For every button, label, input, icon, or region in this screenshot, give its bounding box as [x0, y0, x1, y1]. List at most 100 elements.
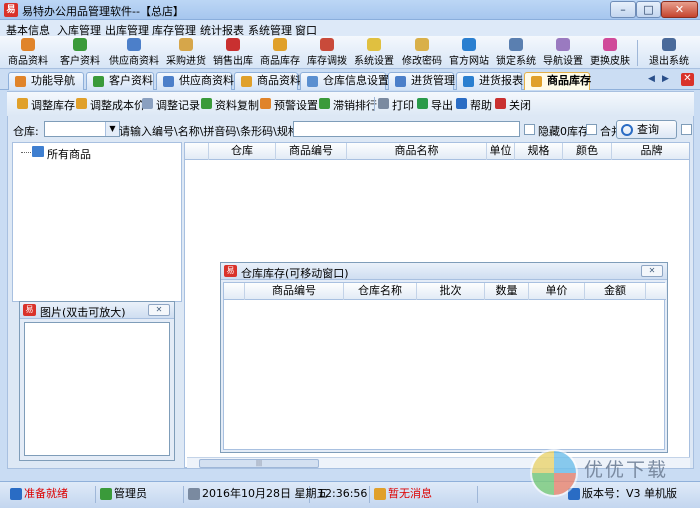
- print-button[interactable]: 打印: [378, 97, 414, 113]
- tab-purchase-report[interactable]: 进货报表: [456, 72, 523, 90]
- action-toolbar: 调整库存 调整成本价 调整记录 资料复制 预警设置 滞销排行 打印 导出 帮助 …: [7, 92, 694, 116]
- stock-col-product-code[interactable]: 商品编号: [245, 283, 344, 300]
- excel-icon: [417, 98, 428, 109]
- hide-zero-stock-checkbox[interactable]: [524, 124, 535, 135]
- info-icon: [10, 488, 22, 500]
- warehouse-stock-title: 仓库库存(可移动窗口): [241, 267, 349, 280]
- toolbar-customer-info-button[interactable]: 客户资料: [55, 38, 105, 68]
- toolbar-sales-button[interactable]: 销售出库: [208, 38, 258, 68]
- picture-panel-close-button[interactable]: ✕: [148, 304, 170, 316]
- tab-supplier-info[interactable]: 供应商资料: [156, 72, 234, 90]
- user-icon: [100, 488, 112, 500]
- app-logo-icon: 易: [4, 3, 18, 17]
- toolbar-separator: [637, 40, 638, 66]
- toolbar-stock-button[interactable]: 商品库存: [255, 38, 305, 68]
- calendar-icon: [188, 488, 200, 500]
- maximize-button[interactable]: □: [636, 1, 661, 18]
- warehouse-select[interactable]: ▼: [44, 121, 120, 137]
- toolbar-nav-settings-button[interactable]: 导航设置: [538, 38, 588, 68]
- adjust-records-button[interactable]: 调整记录: [142, 97, 200, 113]
- report-icon: [463, 76, 474, 87]
- status-time: 12:36:56: [312, 486, 370, 503]
- grid-col-brand[interactable]: 品牌: [612, 143, 689, 160]
- status-messages[interactable]: 暂无消息: [372, 486, 478, 503]
- transfer-icon: [320, 38, 334, 51]
- tab-warehouse-settings[interactable]: 仓库信息设置: [300, 72, 389, 90]
- toolbar-transfer-button[interactable]: 库存调拨: [302, 38, 352, 68]
- users-icon: [73, 38, 87, 51]
- tab-purchase-manage[interactable]: 进货管理: [388, 72, 455, 90]
- copy-data-button[interactable]: 资料复制: [201, 97, 259, 113]
- toolbar-exit-button[interactable]: 退出系统: [644, 38, 694, 68]
- app-logo-icon: 易: [224, 265, 237, 277]
- stock-col-unit-price[interactable]: 单价: [529, 283, 585, 300]
- adjust-stock-button[interactable]: 调整库存: [17, 97, 75, 113]
- close-tab-button[interactable]: ✕: [681, 73, 694, 86]
- extra-checkbox[interactable]: [681, 124, 692, 135]
- grid-col-product-code[interactable]: 商品编号: [276, 143, 347, 160]
- stock-col-quantity[interactable]: 数量: [485, 283, 529, 300]
- shopping-cart-icon: [226, 38, 240, 51]
- stock-col-amount[interactable]: 金额: [585, 283, 646, 300]
- status-user: 管理员: [98, 486, 184, 503]
- grid-col-spec[interactable]: 规格: [515, 143, 563, 160]
- navigation-icon: [556, 38, 570, 51]
- minimize-button[interactable]: –: [610, 1, 636, 18]
- tab-function-nav[interactable]: 功能导航: [8, 72, 84, 90]
- tab-scroll-left-icon[interactable]: ◀: [648, 74, 655, 84]
- document-tabs: 功能导航 客户资料 供应商资料 商品资料 仓库信息设置 进货管理 进货报表 商品…: [0, 70, 700, 90]
- stock-col-warehouse-name[interactable]: 仓库名称: [344, 283, 417, 300]
- merge-checkbox[interactable]: [586, 124, 597, 135]
- grid-row-selector-header: [185, 143, 209, 160]
- toolbar-lock-button[interactable]: 锁定系统: [491, 38, 541, 68]
- browser-icon: [462, 38, 476, 51]
- lock-icon: [509, 38, 523, 51]
- search-input[interactable]: [293, 121, 520, 137]
- category-tree: 所有商品: [12, 142, 182, 302]
- warehouse-stock-titlebar[interactable]: 易 仓库库存(可移动窗口) ✕: [221, 263, 667, 280]
- close-icon: [495, 98, 506, 109]
- warehouse-label: 仓库:: [13, 125, 39, 138]
- tab-customer-info[interactable]: 客户资料: [86, 72, 154, 90]
- toolbar-change-password-button[interactable]: 修改密码: [397, 38, 447, 68]
- grid-col-warehouse[interactable]: 仓库: [209, 143, 276, 160]
- tab-product-stock[interactable]: 商品库存: [524, 72, 591, 90]
- close-window-button[interactable]: ✕: [661, 1, 698, 18]
- tab-scroll-right-icon[interactable]: ▶: [662, 74, 669, 84]
- help-button[interactable]: 帮助: [456, 97, 492, 113]
- adjust-cost-button[interactable]: 调整成本价: [76, 97, 145, 113]
- warehouse-stock-window: 易 仓库库存(可移动窗口) ✕ 商品编号 仓库名称 批次 数量 单价 金额: [220, 262, 668, 453]
- title-bar: 易 易特办公用品管理软件--【总店】 – □ ✕: [0, 0, 700, 20]
- window-title: 易特办公用品管理软件--【总店】: [22, 5, 184, 18]
- product-image-area[interactable]: [24, 322, 170, 456]
- purchase-icon: [179, 38, 193, 51]
- toolbar-product-info-button[interactable]: 商品资料: [3, 38, 53, 68]
- action-separator: [374, 97, 375, 111]
- grid-col-color[interactable]: 颜色: [563, 143, 612, 160]
- watermark: 优优下载: [528, 447, 700, 507]
- toolbar-skin-button[interactable]: 更换皮肤: [585, 38, 635, 68]
- toolbar-website-button[interactable]: 官方网站: [444, 38, 494, 68]
- nav-icon: [15, 76, 26, 87]
- export-button[interactable]: 导出: [417, 97, 453, 113]
- query-button[interactable]: 查询(Q): [616, 120, 677, 153]
- scrollbar-thumb[interactable]: |||: [199, 459, 319, 468]
- alert-settings-button[interactable]: 预警设置: [260, 97, 318, 113]
- grid-col-unit[interactable]: 单位: [487, 143, 515, 160]
- warehouse-stock-close-button[interactable]: ✕: [641, 265, 663, 277]
- close-page-button[interactable]: 关闭: [495, 97, 531, 113]
- tree-node-all-products[interactable]: 所有商品: [47, 146, 91, 162]
- toolbar-settings-button[interactable]: 系统设置: [349, 38, 399, 68]
- picture-panel-title: 图片(双击可放大): [40, 306, 126, 319]
- slow-selling-rank-button[interactable]: 滞销排行: [319, 97, 377, 113]
- folder-icon: [32, 146, 44, 157]
- stock-col-batch[interactable]: 批次: [417, 283, 485, 300]
- grid-col-product-name[interactable]: 商品名称: [347, 143, 487, 160]
- watermark-logo-icon: [530, 449, 578, 497]
- picture-panel-titlebar[interactable]: 易 图片(双击可放大) ✕: [20, 302, 174, 319]
- menu-bar: 基本信息 入库管理 出库管理 库存管理 统计报表 系统管理 窗口: [0, 20, 700, 37]
- arrow-down-icon: [319, 98, 330, 109]
- toolbar-supplier-info-button[interactable]: 供应商资料: [109, 38, 159, 68]
- tab-product-info[interactable]: 商品资料: [234, 72, 301, 90]
- toolbar-purchase-button[interactable]: 采购进货: [161, 38, 211, 68]
